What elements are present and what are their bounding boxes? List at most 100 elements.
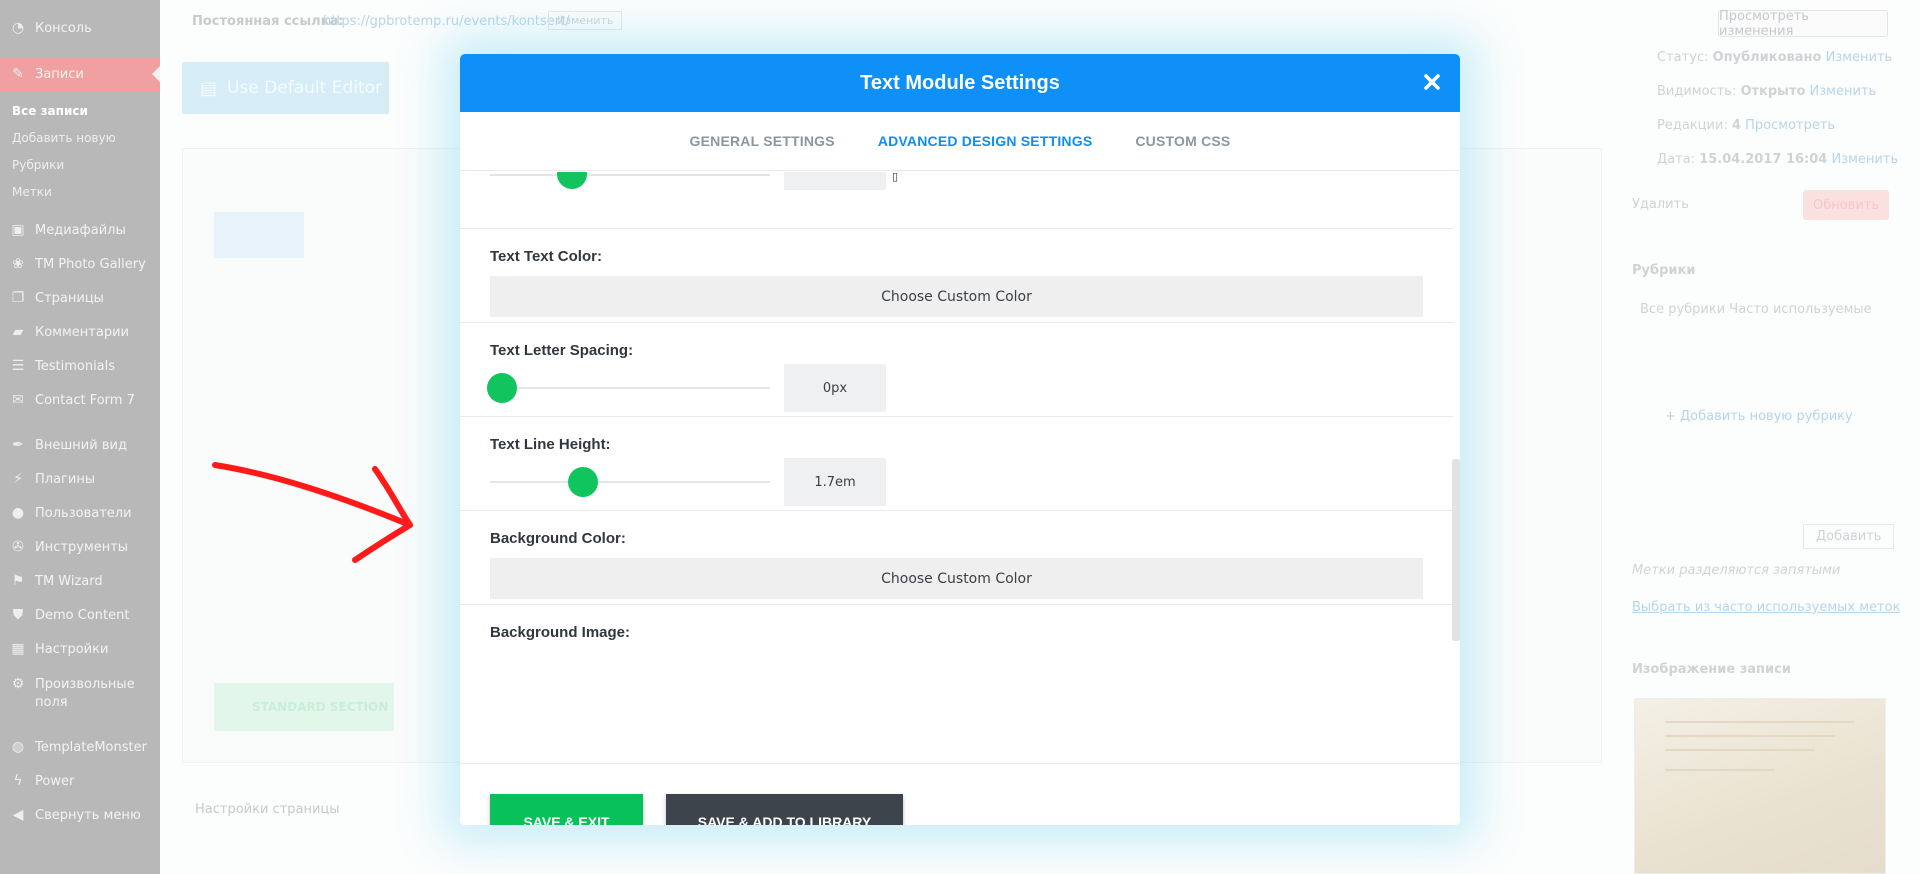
- setting-label: Text Text Color:: [490, 248, 602, 265]
- sidebar-item-label: Demo Content: [35, 607, 130, 623]
- status-edit-link[interactable]: Изменить: [1826, 50, 1893, 65]
- power-builder-logo: [214, 212, 304, 258]
- permalink-edit-button[interactable]: Изменить: [548, 11, 623, 30]
- sidebar-item-tm-wizard[interactable]: ⚑ TM Wizard: [0, 570, 160, 592]
- add-tag-button[interactable]: Добавить: [1803, 524, 1895, 549]
- save-and-add-to-library-button[interactable]: SAVE & ADD TO LIBRARY: [666, 794, 903, 825]
- sidebar-item-media[interactable]: ▣ Медиафайлы: [0, 219, 160, 241]
- scrollbar-thumb[interactable]: [1452, 459, 1460, 641]
- submenu-categories[interactable]: Рубрики: [12, 158, 64, 172]
- categories-tabs[interactable]: Все рубрики Часто используемые: [1640, 302, 1872, 317]
- collapse-icon: ◀: [12, 807, 24, 823]
- tab-custom-css[interactable]: CUSTOM CSS: [1135, 133, 1230, 149]
- tags-hint: Метки разделяются запятыми: [1632, 563, 1841, 578]
- sidebar-item-contact-form[interactable]: ✉ Contact Form 7: [0, 389, 160, 411]
- sidebar-item-users[interactable]: ● Пользователи: [0, 502, 160, 524]
- sidebar-item-label: TM Photo Gallery: [35, 256, 146, 272]
- plugins-icon: ⚡: [13, 471, 23, 487]
- sidebar-item-plugins[interactable]: ⚡ Плагины: [0, 468, 160, 490]
- slider-track[interactable]: [490, 481, 770, 483]
- sidebar-item-power[interactable]: ϟ Power: [0, 770, 160, 792]
- settings-scroll-area[interactable]: 30 ▯ Text Text Color: Choose Custom Colo…: [460, 172, 1460, 763]
- sidebar-item-tools[interactable]: ✇ Инструменты: [0, 536, 160, 558]
- publish-revisions: Редакции: 4 Просмотреть: [1657, 118, 1835, 133]
- choose-custom-color-button[interactable]: Choose Custom Color: [490, 558, 1423, 599]
- slider-track[interactable]: [490, 387, 770, 389]
- sidebar-item-appearance[interactable]: ✒ Внешний вид: [0, 434, 160, 456]
- sidebar-item-dashboard[interactable]: ◔ Консоль: [0, 17, 160, 39]
- red-arrow-annotation: [212, 462, 413, 563]
- media-icon: ▣: [11, 222, 25, 238]
- device-icon[interactable]: ▯: [892, 172, 898, 183]
- delete-link[interactable]: Удалить: [1632, 197, 1689, 212]
- sidebar-item-posts[interactable]: ✎ Записи: [0, 57, 160, 91]
- sidebar-item-collapse-menu[interactable]: ◀ Свернуть меню: [0, 804, 160, 826]
- setting-label: Background Color:: [490, 530, 626, 547]
- revisions-view-link[interactable]: Просмотреть: [1745, 118, 1835, 133]
- slider-value-input[interactable]: 0px: [784, 364, 886, 412]
- slider-handle[interactable]: [568, 467, 599, 497]
- use-default-editor-button[interactable]: ▤ Use Default Editor: [182, 62, 389, 114]
- status-value: Опубликовано: [1712, 50, 1822, 65]
- featured-image-thumbnail[interactable]: [1634, 698, 1886, 874]
- permalink-label: Постоянная ссылка:: [192, 14, 344, 29]
- thumbnail-text-line: [1665, 769, 1775, 771]
- slider-track[interactable]: [490, 174, 770, 176]
- revisions-label: Редакции:: [1657, 118, 1728, 133]
- submenu-all-posts[interactable]: Все записи: [12, 104, 88, 118]
- sidebar-item-label: Внешний вид: [35, 437, 127, 453]
- publish-visibility: Видимость: Открыто Изменить: [1657, 84, 1876, 99]
- slider-handle[interactable]: [487, 373, 517, 403]
- date-edit-link[interactable]: Изменить: [1831, 152, 1898, 167]
- slider-handle[interactable]: [557, 172, 587, 189]
- mail-icon: ✉: [12, 392, 24, 408]
- modal-title: Text Module Settings: [860, 71, 1060, 94]
- sidebar-item-demo-content[interactable]: ⛊ Demo Content: [0, 604, 160, 626]
- sidebar-item-tm-photo-gallery[interactable]: ❀ TM Photo Gallery: [0, 253, 160, 275]
- sidebar-item-label: Консоль: [35, 20, 92, 36]
- sidebar-item-pages[interactable]: ❐ Страницы: [0, 287, 160, 309]
- setting-row-text-color: Text Text Color: Choose Custom Color: [460, 229, 1453, 323]
- thumbnail-text-line: [1665, 735, 1835, 737]
- use-default-editor-label: Use Default Editor: [227, 78, 383, 98]
- setting-label: Text Line Height:: [490, 436, 611, 453]
- visibility-edit-link[interactable]: Изменить: [1810, 84, 1877, 99]
- slider-value-input[interactable]: 30: [784, 172, 886, 190]
- sidebar-item-label: Произвольные поля: [35, 677, 135, 710]
- power-icon: ϟ: [13, 773, 23, 789]
- sidebar-item-label: Свернуть меню: [35, 807, 141, 823]
- setting-row-letter-spacing: Text Letter Spacing: 0px: [460, 323, 1453, 417]
- slider-value: 1.7em: [814, 474, 856, 490]
- close-icon[interactable]: [1420, 70, 1444, 94]
- sidebar-item-label: Плагины: [35, 471, 96, 487]
- publish-date: Дата: 15.04.2017 16:04 Изменить: [1657, 152, 1898, 167]
- submenu-tags[interactable]: Метки: [12, 185, 52, 199]
- sidebar-item-label: Power: [35, 773, 75, 789]
- sidebar-item-settings[interactable]: ▦ Настройки: [0, 638, 160, 660]
- submenu-add-new[interactable]: Добавить новую: [12, 131, 116, 145]
- sidebar-item-label: Медиафайлы: [35, 222, 126, 238]
- update-button[interactable]: Обновить: [1803, 190, 1889, 220]
- slider-value-input[interactable]: 1.7em: [784, 458, 886, 506]
- preview-changes-button[interactable]: Просмотреть изменения: [1718, 9, 1888, 39]
- save-and-exit-button[interactable]: SAVE & EXIT: [490, 794, 643, 825]
- sidebar-item-label: TM Wizard: [35, 573, 103, 589]
- gear-icon: ⚙: [11, 676, 25, 692]
- dashboard-icon: ◔: [11, 20, 25, 36]
- permalink-url[interactable]: https://gpbrotemp.ru/events/kontsert/: [323, 14, 570, 29]
- modal-header: Text Module Settings: [460, 54, 1460, 112]
- tab-general-settings[interactable]: GENERAL SETTINGS: [690, 133, 835, 149]
- add-category-link[interactable]: + Добавить новую рубрику: [1665, 409, 1853, 424]
- date-label: Дата:: [1657, 152, 1696, 167]
- choose-custom-color-button[interactable]: Choose Custom Color: [490, 276, 1423, 317]
- tools-icon: ✇: [12, 539, 24, 555]
- page-settings-title: Настройки страницы: [195, 802, 340, 817]
- tags-choose-link[interactable]: Выбрать из часто используемых меток: [1632, 600, 1900, 615]
- tab-advanced-design-settings[interactable]: ADVANCED DESIGN SETTINGS: [878, 133, 1093, 149]
- date-value: 15.04.2017 16:04: [1699, 152, 1828, 167]
- sidebar-item-custom-fields[interactable]: ⚙ Произвольные поля: [0, 676, 160, 712]
- sidebar-item-comments[interactable]: ▰ Комментарии: [0, 321, 160, 343]
- sidebar-item-testimonials[interactable]: ☰ Testimonials: [0, 355, 160, 377]
- sidebar-item-templatemonster[interactable]: ◍ TemplateMonster: [0, 736, 160, 758]
- sidebar-item-label: Пользователи: [35, 505, 132, 521]
